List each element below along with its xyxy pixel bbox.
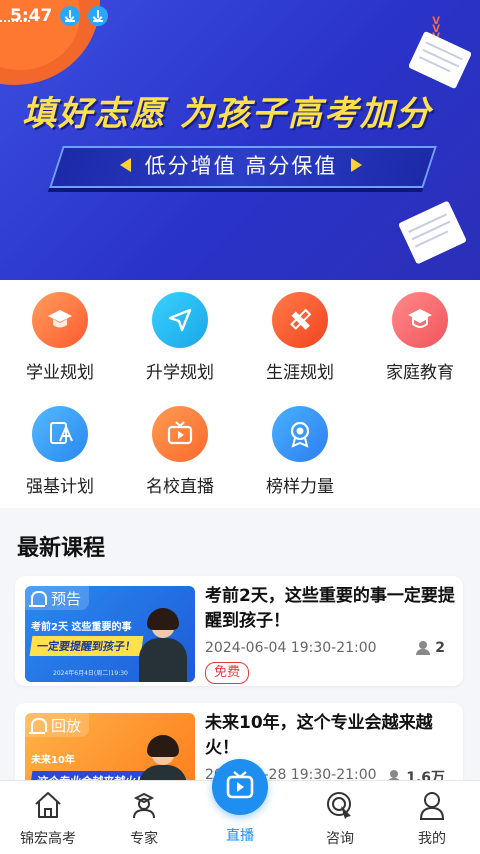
tv-play-icon <box>152 406 208 462</box>
tab-expert[interactable]: 专家 <box>96 789 192 848</box>
bell-icon <box>29 591 47 607</box>
profile-icon <box>416 789 448 821</box>
thumbnail-text: 考前2天 这些重要的事 <box>31 622 132 633</box>
document-pen-icon <box>32 406 88 462</box>
paper-decoration <box>407 30 473 90</box>
bell-icon <box>29 718 47 734</box>
tab-home[interactable]: 锦宏高考 <box>0 789 96 848</box>
course-tag-label: 预告 <box>51 589 82 608</box>
course-tag: 回放 <box>25 713 90 737</box>
download-icon <box>60 6 81 26</box>
tab-consult[interactable]: 咨询 <box>292 789 388 848</box>
menu-label: 学业规划 <box>26 363 94 383</box>
home-icon <box>32 789 64 821</box>
tab-profile[interactable]: 我的 <box>384 789 480 848</box>
menu-item-academic-planning[interactable]: 学业规划 <box>0 292 120 383</box>
menu-item-top-school-live[interactable]: 名校直播 <box>120 406 240 497</box>
menu-label: 升学规划 <box>146 363 214 383</box>
tab-label: 专家 <box>130 831 158 847</box>
expert-icon <box>128 789 160 821</box>
viewer-count-value: 2 <box>435 640 445 656</box>
user-icon <box>416 641 431 655</box>
course-time: 2024-06-04 19:30-21:00 <box>205 640 377 656</box>
menu-item-family-education[interactable]: 家庭教育 <box>360 292 480 383</box>
download-icon <box>88 6 109 26</box>
menu-label: 家庭教育 <box>386 363 454 383</box>
menu-label: 强基计划 <box>26 477 94 497</box>
bottom-tab-bar: 锦宏高考 专家 直播 咨询 我的 <box>0 759 480 854</box>
tab-label: 直播 <box>226 828 254 844</box>
hero-banner[interactable]: 5:47 ᐯᐯᐯᐯᐯᐯ 填好志愿 为孩子高考加分 低分增值 高分保值 <box>0 0 480 280</box>
viewer-count: 2 <box>416 640 445 656</box>
free-badge: 免费 <box>205 662 250 684</box>
medal-icon <box>272 406 328 462</box>
consult-icon <box>324 789 356 821</box>
course-tag: 预告 <box>25 586 90 610</box>
course-thumbnail: 预告 考前2天 这些重要的事 一定要提醒到孩子！ 2024年6月4日(周二)19… <box>25 586 195 682</box>
tab-live[interactable] <box>212 759 268 815</box>
menu-label: 名校直播 <box>146 477 214 497</box>
course-title: 考前2天，这些重要的事一定要提醒到孩子！ <box>205 586 455 631</box>
course-tag-label: 回放 <box>51 716 82 735</box>
triangle-right-icon <box>351 158 363 172</box>
course-title: 未来10年，这个专业会越来越火！ <box>205 713 433 758</box>
thumbnail-highlight: 一定要提醒到孩子！ <box>29 636 144 656</box>
live-play-icon <box>226 771 254 799</box>
feature-menu: 学业规划 升学规划 生涯规划 家庭教育 强基计划 名校直播 榜样力量 <box>0 280 480 508</box>
banner-headline: 填好志愿 为孩子高考加分 <box>22 94 432 134</box>
status-time: 5:47 <box>10 6 53 26</box>
menu-item-strong-foundation[interactable]: 强基计划 <box>0 406 120 497</box>
tab-label: 锦宏高考 <box>20 831 76 847</box>
paper-decoration <box>398 200 467 265</box>
menu-label: 榜样力量 <box>266 477 334 497</box>
banner-ribbon-text: 低分增值 高分保值 <box>144 154 338 178</box>
ruler-pencil-icon <box>272 292 328 348</box>
tab-label: 我的 <box>418 831 446 847</box>
menu-label: 生涯规划 <box>266 363 334 383</box>
thumbnail-text: 未来10年 <box>31 755 75 766</box>
menu-item-admission-planning[interactable]: 升学规划 <box>120 292 240 383</box>
family-cap-icon <box>392 292 448 348</box>
triangle-left-icon <box>119 158 131 172</box>
graduation-cap-icon <box>32 292 88 348</box>
banner-ribbon: 低分增值 高分保值 <box>56 146 426 184</box>
latest-courses-section: 最新课程 预告 考前2天 这些重要的事 一定要提醒到孩子！ 2024年6月4日(… <box>0 510 480 813</box>
tab-label: 咨询 <box>326 831 354 847</box>
navigation-arrow-icon <box>152 292 208 348</box>
status-bar: 5:47 <box>10 6 109 26</box>
menu-item-career-planning[interactable]: 生涯规划 <box>240 292 360 383</box>
thumbnail-date: 2024年6月4日(周二)19:30 <box>53 670 128 677</box>
course-card[interactable]: 预告 考前2天 这些重要的事 一定要提醒到孩子！ 2024年6月4日(周二)19… <box>15 576 463 686</box>
section-title: 最新课程 <box>17 536 106 561</box>
presenter-photo <box>139 608 187 682</box>
menu-item-role-models[interactable]: 榜样力量 <box>240 406 360 497</box>
